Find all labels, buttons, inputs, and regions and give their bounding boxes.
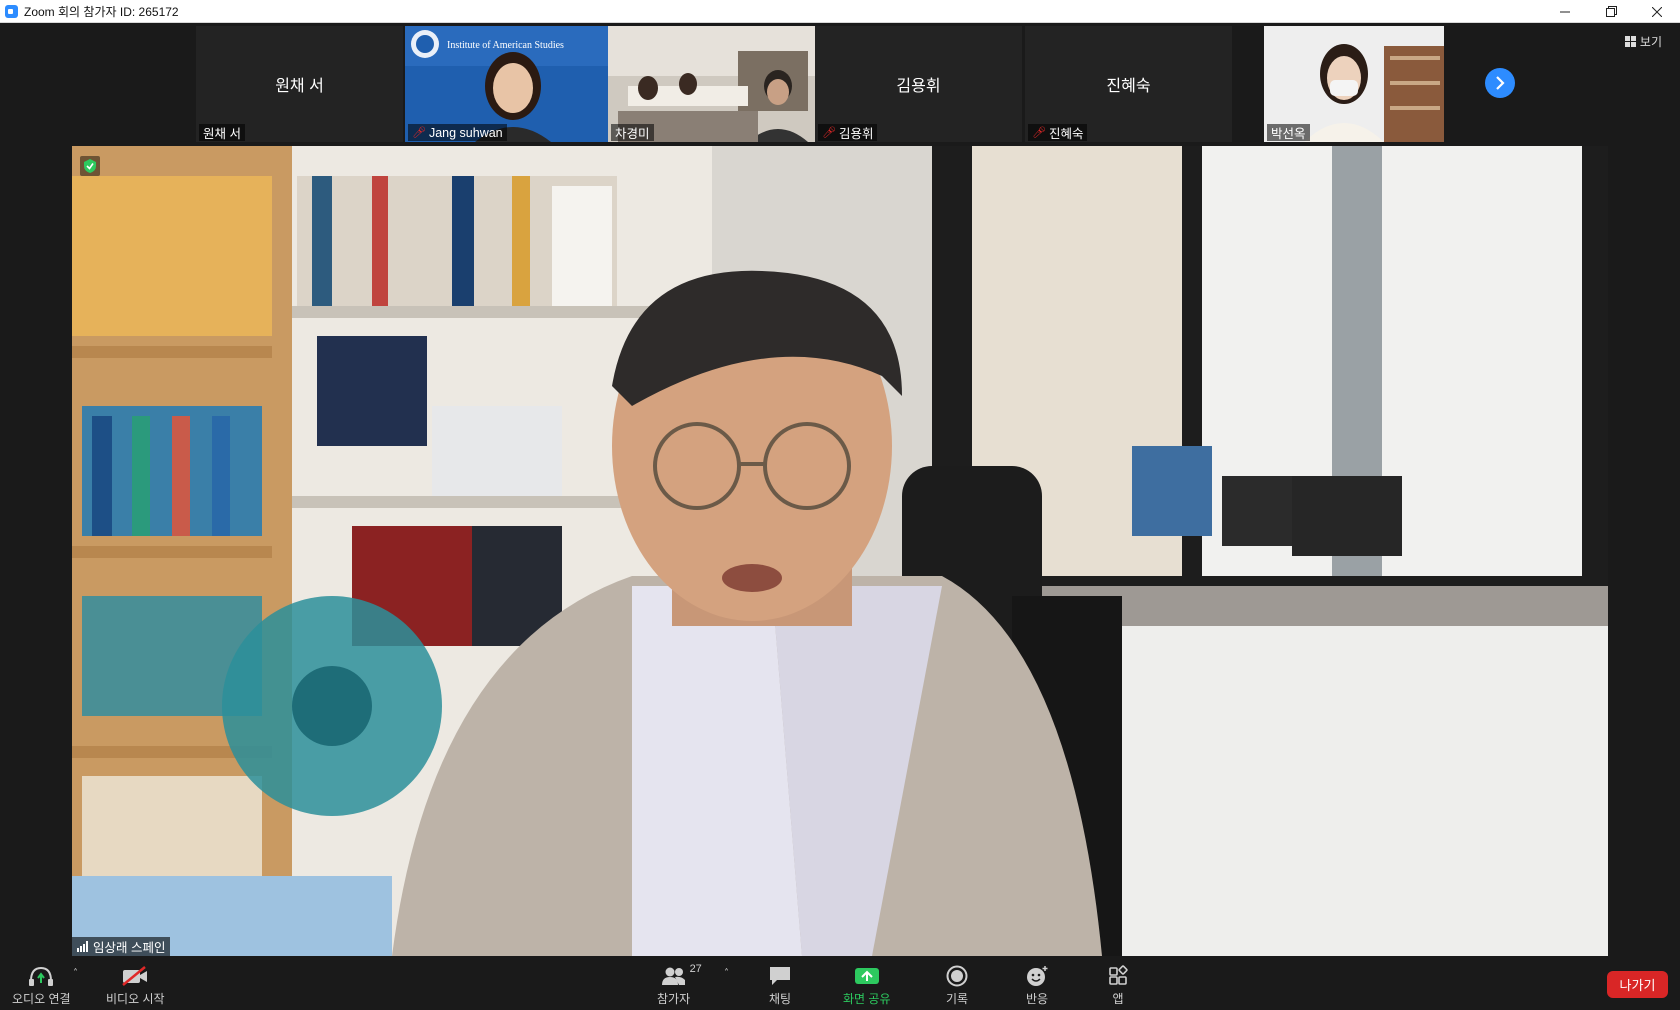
speaker-name: 임상래 스페인: [93, 941, 166, 955]
close-button[interactable]: [1634, 0, 1680, 23]
encryption-shield-icon[interactable]: [80, 156, 100, 176]
participant-name: 김용휘: [838, 127, 874, 141]
participants-button[interactable]: 27 참가자: [657, 963, 702, 1007]
participant-tile[interactable]: 김용휘 🎤︎ 김용휘: [815, 26, 1022, 142]
leave-meeting-button[interactable]: 나가기: [1607, 971, 1668, 998]
mic-muted-icon: 🎤︎: [412, 127, 426, 139]
record-label: 기록: [946, 992, 969, 1006]
participants-options-caret[interactable]: ˄: [724, 968, 729, 979]
chat-icon: [768, 963, 792, 989]
participant-name: 박선옥: [1271, 127, 1306, 141]
participant-display-name: 원채 서: [275, 78, 324, 95]
participant-tile[interactable]: Institute of American Studies 🎤︎ Jang su…: [405, 26, 612, 142]
restore-button[interactable]: [1588, 0, 1634, 23]
participant-display-name: 김용휘: [896, 78, 941, 95]
participant-tile[interactable]: 원채 서 원채 서: [196, 26, 403, 142]
participant-name-label: 박선옥: [1267, 124, 1310, 141]
participant-tile[interactable]: 차경미: [608, 26, 815, 142]
institute-banner-text: Institute of American Studies: [447, 40, 564, 51]
join-audio-button[interactable]: 오디오 연결: [12, 963, 71, 1007]
active-speaker-video: 임상래 스페인: [72, 146, 1608, 956]
participant-name: 진혜숙: [1048, 127, 1084, 141]
share-screen-button[interactable]: 화면 공유: [843, 963, 891, 1007]
participants-count: 27: [689, 963, 702, 975]
audio-label: 오디오 연결: [12, 992, 71, 1006]
record-icon: [946, 963, 968, 989]
audio-options-caret[interactable]: ˄: [73, 968, 78, 979]
zoom-app-icon: [5, 4, 18, 18]
apps-icon: [1107, 963, 1129, 989]
chevron-right-icon: [1496, 76, 1505, 90]
chat-button[interactable]: 채팅: [768, 963, 792, 1007]
view-label: 보기: [1639, 35, 1662, 49]
meeting-toolbar: 오디오 연결 ˄ 비디오 시작 27 참가자 ˄ 채팅 화면 공유 기록 반응 …: [0, 958, 1680, 1010]
reactions-button[interactable]: 반응: [1025, 963, 1049, 1007]
participant-strip: 원채 서 원채 서 Institute of American Studies …: [0, 23, 1680, 144]
video-off-icon: [121, 963, 149, 989]
participant-name: 차경미: [615, 127, 650, 141]
participant-name-label: 🎤︎ Jang suhwan: [408, 124, 507, 141]
emoji-icon: [1025, 963, 1049, 989]
participant-name-label: 🎤︎ 진혜숙: [1028, 124, 1088, 141]
view-toggle[interactable]: 보기: [1624, 33, 1662, 50]
headphones-icon: [28, 963, 54, 989]
speaker-name-label: 임상래 스페인: [72, 937, 171, 956]
title-bar: Zoom 회의 참가자 ID: 265172: [0, 0, 1680, 23]
chat-label: 채팅: [768, 992, 792, 1006]
record-button[interactable]: 기록: [946, 963, 968, 1007]
share-label: 화면 공유: [843, 992, 891, 1006]
window-title: Zoom 회의 참가자 ID: 265172: [24, 4, 179, 19]
share-screen-icon: [854, 963, 880, 989]
apps-button[interactable]: 앱: [1107, 963, 1129, 1007]
mic-muted-icon: 🎤︎: [1032, 127, 1046, 139]
participant-name-label: 🎤︎ 김용휘: [818, 124, 878, 141]
participants-label: 참가자: [657, 992, 691, 1006]
start-video-button[interactable]: 비디오 시작: [106, 963, 165, 1007]
reactions-label: 반응: [1025, 992, 1049, 1006]
participant-name: Jang suhwan: [428, 125, 503, 140]
video-label: 비디오 시작: [106, 992, 165, 1006]
participants-icon: 27: [661, 963, 702, 989]
speaker-video-frame: [72, 146, 1608, 956]
minimize-button[interactable]: [1542, 0, 1588, 23]
participant-display-name: 진혜숙: [1106, 78, 1151, 95]
signal-strength-icon: [77, 941, 88, 952]
participant-tile[interactable]: 박선옥: [1264, 26, 1444, 142]
participant-name: 원채 서: [203, 127, 241, 141]
window-controls: [1542, 0, 1680, 23]
apps-label: 앱: [1112, 992, 1124, 1006]
grid-icon: [1624, 36, 1636, 47]
mic-muted-icon: 🎤︎: [822, 127, 836, 139]
participant-name-label: 원채 서: [199, 124, 245, 141]
next-page-arrow[interactable]: [1485, 68, 1515, 98]
participant-name-label: 차경미: [611, 124, 654, 141]
participant-tile[interactable]: 진혜숙 🎤︎ 진혜숙: [1025, 26, 1232, 142]
